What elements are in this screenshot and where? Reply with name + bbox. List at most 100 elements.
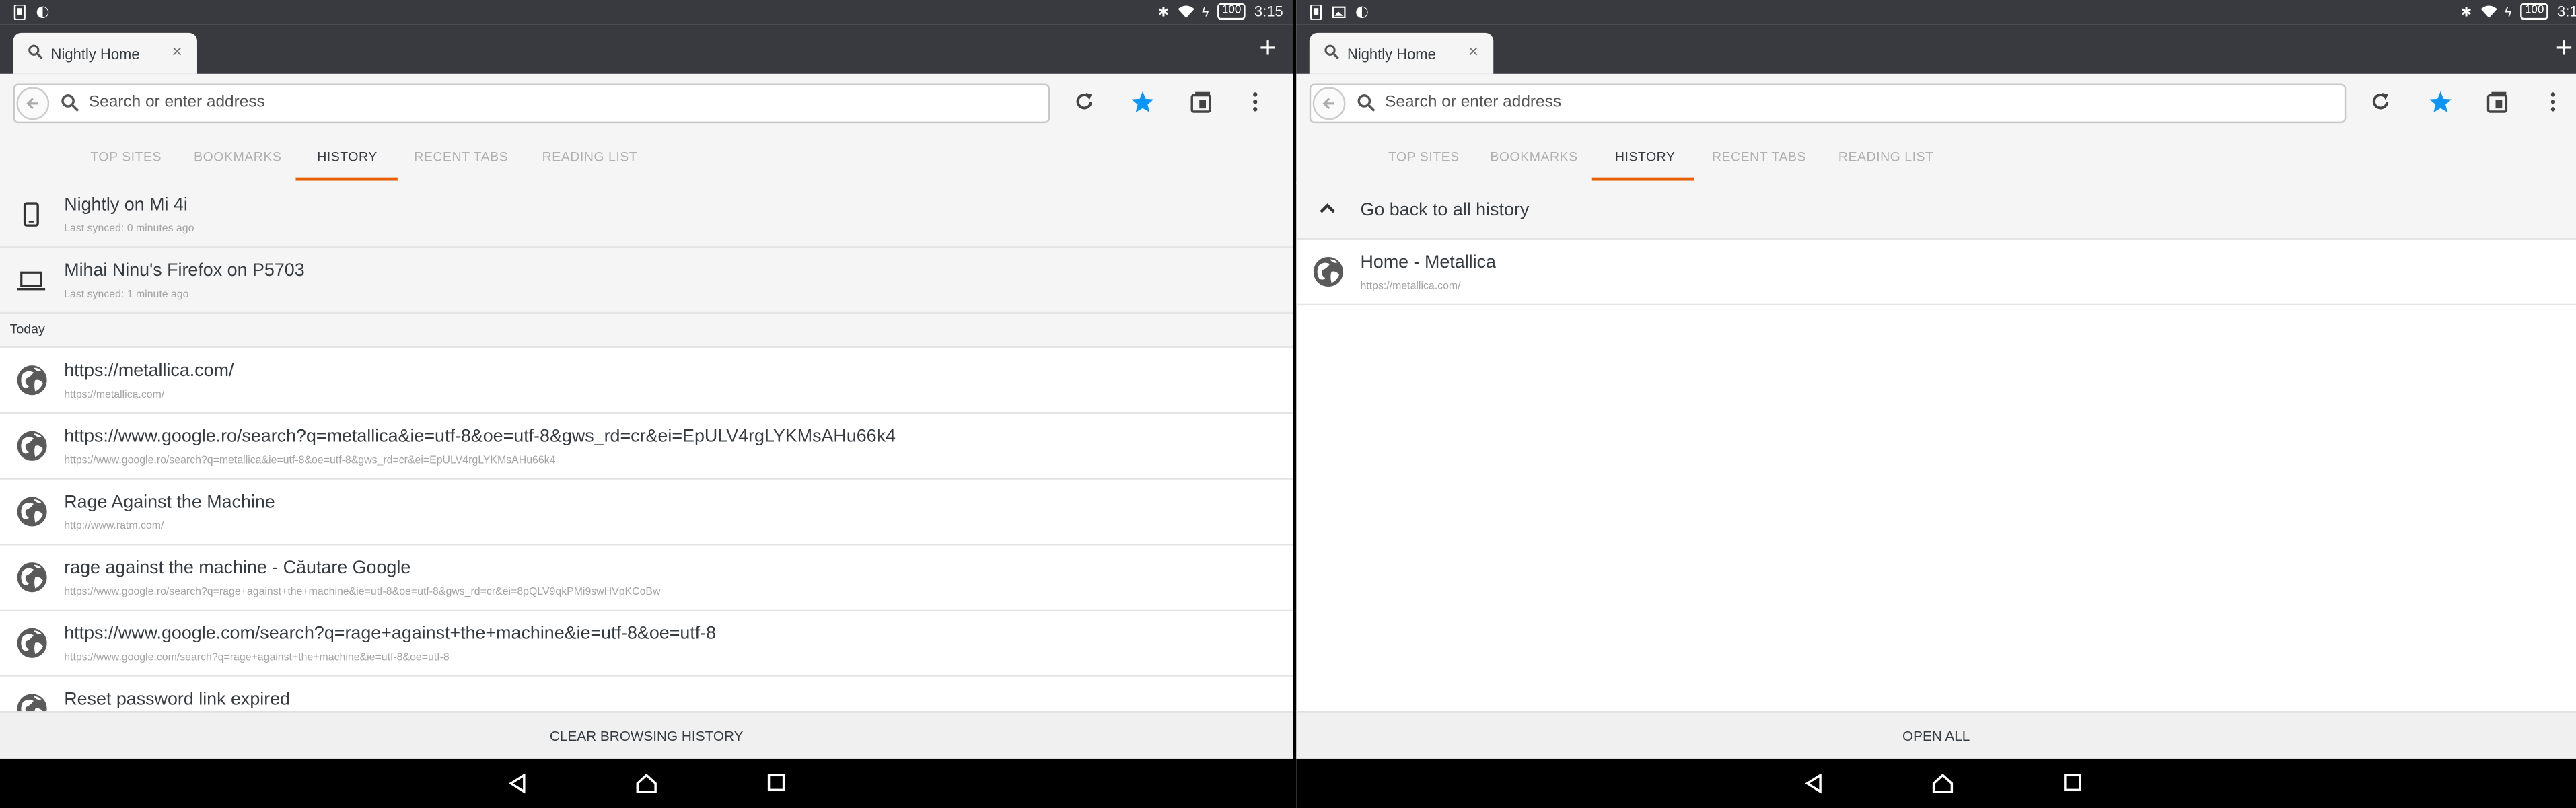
browser-tab[interactable]: Nightly Home × <box>1309 32 1494 74</box>
clock: 3:15 <box>2556 3 2576 20</box>
tab-strip: Nightly Home × + <box>0 24 1293 74</box>
status-bar: ✱ ϟ 100 3:15 <box>0 0 1293 25</box>
history-title: Reset password link expired <box>64 690 291 710</box>
tab-top-sites[interactable]: TOP SITES <box>1388 149 1460 164</box>
tab-bookmarks[interactable]: BOOKMARKS <box>194 149 281 164</box>
history-row[interactable]: https://www.google.ro/search?q=metallica… <box>0 414 1293 480</box>
device-history-list: Go back to all history Home - Metallica … <box>1296 182 2576 306</box>
device-row[interactable]: Nightly on Mi 4i Last synced: 0 minutes … <box>0 182 1293 248</box>
back-button[interactable] <box>16 87 50 120</box>
history-title: Rage Against the Machine <box>64 492 275 513</box>
history-title: Home - Metallica <box>1360 252 1496 273</box>
new-tab-button[interactable]: + <box>2556 31 2573 64</box>
globe-icon <box>17 562 47 593</box>
new-tab-button[interactable]: + <box>1259 31 1277 64</box>
device-name: Mihai Ninu's Firefox on P5703 <box>64 261 305 281</box>
back-nav-icon[interactable] <box>1804 773 1824 794</box>
history-title: https://www.google.ro/search?q=metallica… <box>64 427 896 447</box>
back-button[interactable] <box>1312 87 1346 120</box>
history-row[interactable]: https://www.google.com/search?q=rage+aga… <box>0 611 1293 677</box>
left-screen: ✱ ϟ 100 3:15 Nightly Home × + Search or <box>0 0 1293 808</box>
history-list: Nightly on Mi 4i Last synced: 0 minutes … <box>0 182 1293 743</box>
clock: 3:15 <box>1254 3 1283 20</box>
history-url: https://www.google.com/search?q=rage+aga… <box>64 652 450 664</box>
tab-bookmarks[interactable]: BOOKMARKS <box>1490 149 1577 164</box>
bluetooth-icon: ✱ <box>2460 4 2472 20</box>
charging-icon: ϟ <box>2505 4 2512 20</box>
back-arrow-icon <box>26 98 38 110</box>
globe-icon <box>17 431 47 461</box>
laptop-icon <box>17 271 46 291</box>
device-sync-time: Last synced: 1 minute ago <box>64 289 189 301</box>
back-nav-icon[interactable] <box>507 773 527 794</box>
battery-indicator: 100 <box>1217 3 1246 20</box>
active-tab-indicator <box>1591 177 1694 181</box>
menu-icon[interactable] <box>1250 90 1260 113</box>
sim-icon <box>13 5 26 20</box>
reading-mode-icon[interactable] <box>1190 90 1213 113</box>
sync-icon <box>36 6 49 18</box>
recents-nav-icon[interactable] <box>2063 774 2081 792</box>
home-nav-icon[interactable] <box>1932 774 1954 793</box>
tab-history[interactable]: HISTORY <box>1615 149 1676 164</box>
active-tab-indicator <box>295 177 398 181</box>
globe-icon <box>17 628 47 658</box>
tab-reading-list[interactable]: READING LIST <box>542 149 638 164</box>
bookmark-star-icon[interactable] <box>2428 90 2453 113</box>
device-row[interactable]: Mihai Ninu's Firefox on P5703 Last synce… <box>0 248 1293 314</box>
history-title: https://metallica.com/ <box>64 361 234 381</box>
menu-icon[interactable] <box>2548 90 2559 113</box>
history-url: https://metallica.com/ <box>1360 281 1461 293</box>
tab-history[interactable]: HISTORY <box>317 149 378 164</box>
globe-icon <box>1313 257 1343 287</box>
status-bar: ✱ ϟ 100 3:15 <box>1296 0 2576 25</box>
device-sync-time: Last synced: 0 minutes ago <box>64 223 194 235</box>
phone-icon <box>23 202 39 227</box>
image-icon <box>1332 6 1346 18</box>
history-row[interactable]: Rage Against the Machine http://www.ratm… <box>0 479 1293 546</box>
section-header-today: Today <box>0 314 1293 348</box>
go-back-to-all-history[interactable]: Go back to all history <box>1296 182 2576 240</box>
browser-tab[interactable]: Nightly Home × <box>13 32 197 74</box>
clear-history-button[interactable]: CLEAR BROWSING HISTORY <box>0 711 1293 761</box>
search-icon <box>61 94 79 112</box>
right-screen: ✱ ϟ 100 3:15 Nightly Home × + Search or <box>1296 0 2576 808</box>
url-bar[interactable]: Search or enter address <box>13 83 1050 124</box>
globe-icon <box>17 365 47 396</box>
panel-tabs: TOP SITES BOOKMARKS HISTORY RECENT TABS … <box>0 133 1293 184</box>
home-nav-icon[interactable] <box>636 774 657 793</box>
charging-icon: ϟ <box>1202 4 1209 20</box>
open-all-button[interactable]: OPEN ALL <box>1296 711 2576 761</box>
recents-nav-icon[interactable] <box>767 774 785 792</box>
tab-title: Nightly Home <box>50 46 140 63</box>
tab-recent-tabs[interactable]: RECENT TABS <box>1712 149 1806 164</box>
tab-top-sites[interactable]: TOP SITES <box>90 149 162 164</box>
history-row[interactable]: rage against the machine - Căutare Googl… <box>0 545 1293 612</box>
history-row[interactable]: Home - Metallica https://metallica.com/ <box>1296 240 2576 306</box>
battery-indicator: 100 <box>2519 3 2549 20</box>
sim-icon <box>1310 5 1322 20</box>
history-url: https://www.google.ro/search?q=metallica… <box>64 455 556 467</box>
bookmark-star-icon[interactable] <box>1131 90 1155 113</box>
url-bar[interactable]: Search or enter address <box>1309 83 2347 124</box>
reading-mode-icon[interactable] <box>2486 90 2509 113</box>
search-icon <box>28 44 43 59</box>
wifi-icon <box>1177 5 1194 18</box>
chevron-up-icon <box>1320 203 1335 213</box>
tab-recent-tabs[interactable]: RECENT TABS <box>414 149 508 164</box>
tab-reading-list[interactable]: READING LIST <box>1838 149 1934 164</box>
reload-icon[interactable] <box>2369 90 2392 113</box>
url-placeholder: Search or enter address <box>88 94 265 112</box>
back-arrow-icon <box>1322 98 1334 110</box>
toolbar: Search or enter address <box>1296 73 2576 133</box>
tab-strip: Nightly Home × + <box>1296 24 2576 74</box>
history-row[interactable]: https://metallica.com/ https://metallica… <box>0 348 1293 414</box>
reload-icon[interactable] <box>1073 90 1096 113</box>
close-tab-icon[interactable]: × <box>1468 42 1479 62</box>
history-url: http://www.ratm.com/ <box>64 520 164 533</box>
sync-icon <box>1356 6 1368 18</box>
device-name: Nightly on Mi 4i <box>64 195 188 215</box>
close-tab-icon[interactable]: × <box>172 42 182 62</box>
search-icon <box>1324 44 1339 59</box>
history-url: https://www.google.ro/search?q=rage+agai… <box>64 586 661 598</box>
